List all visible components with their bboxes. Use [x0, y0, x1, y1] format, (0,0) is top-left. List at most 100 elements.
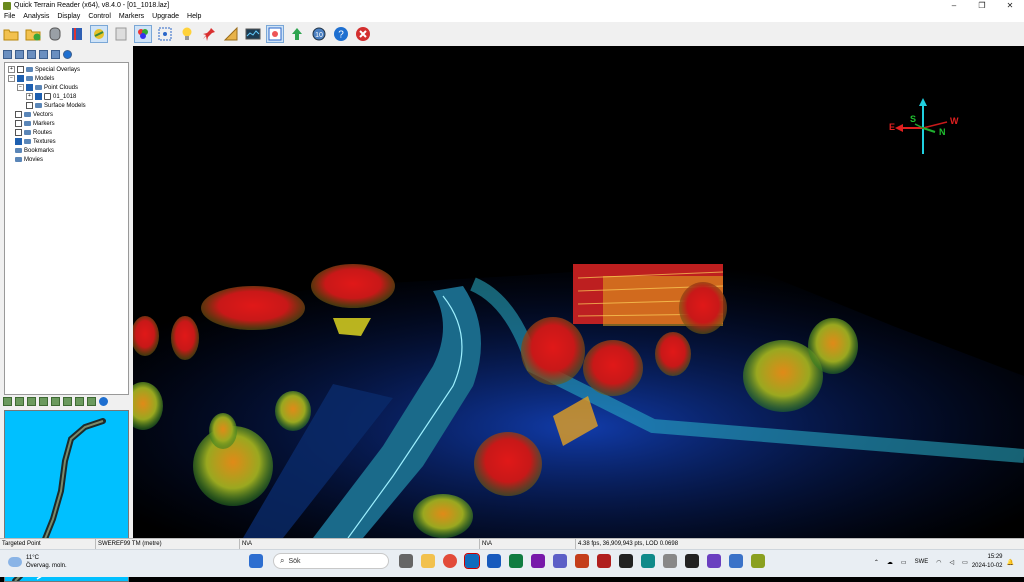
lightbulb-icon[interactable] [178, 25, 196, 43]
info-icon[interactable] [63, 50, 72, 59]
layers-icon[interactable] [90, 25, 108, 43]
color-palette-icon[interactable] [134, 25, 152, 43]
excel-icon[interactable] [509, 554, 523, 568]
tree-folder-icon[interactable] [39, 50, 48, 59]
close-window-button[interactable]: ✕ [996, 0, 1024, 11]
menu-file[interactable]: File [4, 13, 15, 20]
help-icon[interactable]: ? [332, 25, 350, 43]
layer-tree: + Special Overlays − Models − Point Clouds … [4, 62, 129, 395]
tree-vectors[interactable]: Vectors [15, 110, 53, 119]
arrow-icon[interactable] [288, 25, 306, 43]
app-icon-b[interactable] [663, 554, 677, 568]
compass-west-label: W [950, 116, 959, 126]
ruler-icon[interactable] [222, 25, 240, 43]
tree-movies[interactable]: Movies [15, 155, 43, 164]
taskbar-search[interactable]: ⌕ Sök [273, 553, 389, 569]
minimap-tool-2-icon[interactable] [15, 397, 24, 406]
select-icon[interactable] [156, 25, 174, 43]
search-placeholder: Sök [288, 557, 301, 565]
minimap-tool-6-icon[interactable] [63, 397, 72, 406]
edge-icon[interactable] [641, 554, 655, 568]
chevron-up-icon[interactable]: ⌃ [874, 559, 879, 566]
outlook-icon[interactable] [464, 553, 480, 569]
3d-point-cloud-viewport[interactable]: E W S N [133, 46, 1024, 538]
compass-north-label: N [939, 127, 946, 137]
network-icon[interactable]: ▭ [901, 559, 907, 566]
start-icon[interactable] [249, 554, 263, 568]
system-tray: ⌃ ☁ ▭ SWE ◠ ◁ ▭ 15:29 2024-10-02 🔔 [870, 553, 1018, 571]
terminal-icon[interactable] [685, 554, 699, 568]
minimap-toolbar [3, 397, 111, 409]
app-icon-d[interactable] [729, 554, 743, 568]
minimap-tool-8-icon[interactable] [87, 397, 96, 406]
menu-control[interactable]: Control [88, 13, 111, 20]
pin-icon[interactable] [200, 25, 218, 43]
graph-icon[interactable] [244, 25, 262, 43]
task-view-icon[interactable] [399, 554, 413, 568]
windows-taskbar: 11°C Övervag. moln. ⌕ Sök ⌃ ☁ ▭ SWE ◠ ◁ [0, 549, 1024, 577]
tree-routes[interactable]: Routes [15, 128, 52, 137]
tree-edit-icon[interactable] [15, 50, 24, 59]
compass-east-label: E [889, 122, 895, 132]
taskbar-apps: ⌕ Sök [245, 553, 769, 569]
window-title: Quick Terrain Reader (x64), v8.4.0 - [01… [14, 2, 170, 9]
open-folder-icon[interactable] [2, 25, 20, 43]
close-icon[interactable] [354, 25, 372, 43]
wifi-icon[interactable]: ◠ [936, 559, 941, 566]
teams-icon[interactable] [553, 554, 567, 568]
menu-upgrade[interactable]: Upgrade [152, 13, 179, 20]
acrobat-icon[interactable] [597, 554, 611, 568]
menu-analysis[interactable]: Analysis [23, 13, 49, 20]
tree-models[interactable]: − Models [8, 74, 54, 83]
battery-icon[interactable]: ▭ [962, 559, 968, 566]
tree-surface-models[interactable]: Surface Models [26, 101, 86, 110]
cylinder-icon[interactable] [46, 25, 64, 43]
tree-textures[interactable]: Textures [15, 137, 56, 146]
volume-icon[interactable]: ◁ [950, 559, 955, 566]
app-logo-icon [3, 1, 11, 10]
search-icon: ⌕ [280, 556, 285, 565]
menu-markers[interactable]: Markers [119, 13, 144, 20]
clipboard-icon[interactable] [112, 25, 130, 43]
clock[interactable]: 15:29 2024-10-02 [972, 553, 1003, 571]
file-explorer-icon[interactable] [421, 554, 435, 568]
minimap-tool-1-icon[interactable] [3, 397, 12, 406]
restore-button[interactable]: ❐ [968, 0, 996, 11]
tree-point-clouds[interactable]: − Point Clouds [17, 83, 78, 92]
app-icon-a[interactable] [619, 554, 633, 568]
tree-cloud-item[interactable]: +01_1018 [26, 92, 76, 101]
word-icon[interactable] [487, 554, 501, 568]
powerpoint-icon[interactable] [575, 554, 589, 568]
counter-10-icon[interactable]: 10 [310, 25, 328, 43]
minimap-info-icon[interactable] [99, 397, 108, 406]
add-icon[interactable] [24, 25, 42, 43]
tree-view-icon[interactable] [3, 50, 12, 59]
notifications-icon[interactable]: 🔔 [1007, 559, 1014, 566]
menu-display[interactable]: Display [57, 13, 80, 20]
title-bar: Quick Terrain Reader (x64), v8.4.0 - [01… [0, 0, 1024, 11]
chrome-icon[interactable] [443, 554, 457, 568]
book-icon[interactable] [68, 25, 86, 43]
minimap-tool-7-icon[interactable] [75, 397, 84, 406]
language-indicator[interactable]: SWE [915, 559, 929, 565]
clock-time: 15:29 [987, 554, 1003, 560]
minimap-tool-3-icon[interactable] [27, 397, 36, 406]
app-icon-c[interactable] [707, 554, 721, 568]
onedrive-icon[interactable]: ☁ [887, 559, 893, 566]
tree-bookmarks[interactable]: Bookmarks [15, 146, 54, 155]
menu-help[interactable]: Help [187, 13, 201, 20]
minimap-tool-4-icon[interactable] [39, 397, 48, 406]
minimap-tool-5-icon[interactable] [51, 397, 60, 406]
onenote-icon[interactable] [531, 554, 545, 568]
tree-filter-icon[interactable] [51, 50, 60, 59]
menu-bar: File Analysis Display Control Markers Up… [0, 11, 1024, 22]
quick-terrain-reader-icon[interactable] [751, 554, 765, 568]
image-icon[interactable] [266, 25, 284, 43]
minimize-button[interactable]: – [940, 0, 968, 11]
left-panel: + Special Overlays − Models − Point Clouds … [0, 46, 133, 582]
tree-special-overlays[interactable]: + Special Overlays [8, 65, 80, 74]
tree-markers[interactable]: Markers [15, 119, 55, 128]
cloud-icon [8, 557, 22, 567]
tree-properties-icon[interactable] [27, 50, 36, 59]
weather-widget[interactable]: 11°C Övervag. moln. [8, 554, 67, 570]
